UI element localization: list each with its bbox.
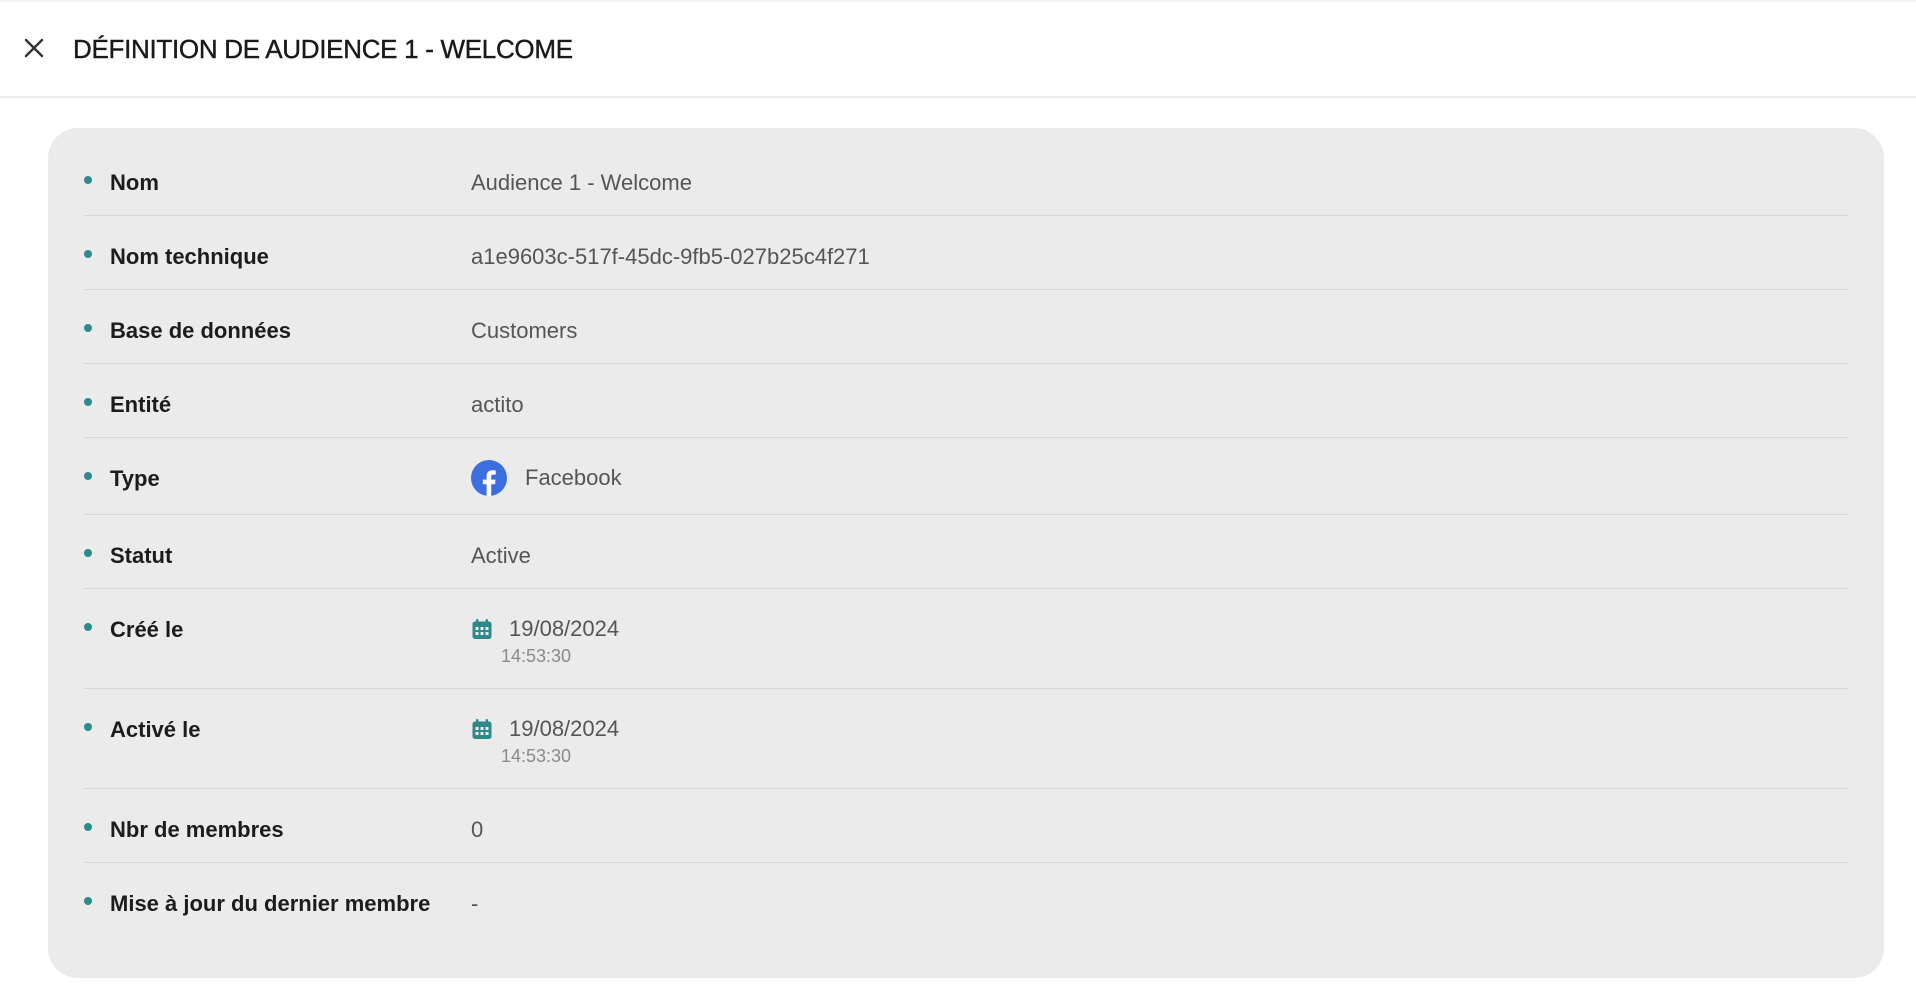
label-entite: Entité <box>110 392 172 417</box>
calendar-icon <box>472 619 492 639</box>
label-nom-technique: Nom technique <box>110 244 269 269</box>
bullet <box>84 623 92 631</box>
facebook-icon <box>471 460 507 496</box>
label-active-le: Activé le <box>110 717 201 742</box>
dialog-header: DÉFINITION DE AUDIENCE 1 - WELCOME <box>0 0 1916 98</box>
label-nom: Nom <box>110 170 159 195</box>
row-active-le: Activé le 19/08/2024 14:53:30 <box>84 689 1848 789</box>
row-type: Type Facebook <box>84 438 1848 515</box>
label-mise-a-jour-dernier-membre: Mise à jour du dernier membre <box>110 891 431 916</box>
definition-list: Nom Audience 1 - Welcome Nom technique a… <box>84 142 1848 937</box>
bullet <box>84 549 92 557</box>
bullet <box>84 250 92 258</box>
row-mise-a-jour-dernier-membre: Mise à jour du dernier membre - <box>84 863 1848 937</box>
value-base-de-donnees: Customers <box>471 318 578 343</box>
row-nom: Nom Audience 1 - Welcome <box>84 142 1848 216</box>
close-button[interactable] <box>18 32 50 64</box>
row-nom-technique: Nom technique a1e9603c-517f-45dc-9fb5-02… <box>84 216 1848 290</box>
value-nom: Audience 1 - Welcome <box>471 170 692 195</box>
value-statut: Active <box>471 543 531 568</box>
bullet <box>84 176 92 184</box>
page-title: DÉFINITION DE AUDIENCE 1 - WELCOME <box>73 34 573 64</box>
bullet <box>84 472 92 480</box>
created-date: 19/08/2024 <box>509 616 620 641</box>
activated-date: 19/08/2024 <box>509 716 620 741</box>
bullet <box>84 897 92 905</box>
bullet <box>84 324 92 332</box>
activated-time: 14:53:30 <box>501 746 572 766</box>
value-nom-technique: a1e9603c-517f-45dc-9fb5-027b25c4f271 <box>471 244 870 269</box>
label-base-de-donnees: Base de données <box>110 318 291 343</box>
row-nbr-de-membres: Nbr de membres 0 <box>84 789 1848 863</box>
value-entite: actito <box>471 392 524 417</box>
row-base-de-donnees: Base de données Customers <box>84 290 1848 364</box>
value-type: Facebook <box>471 460 622 496</box>
close-icon[interactable] <box>24 38 44 58</box>
type-label: Facebook <box>525 465 622 490</box>
label-nbr-de-membres: Nbr de membres <box>110 817 284 842</box>
calendar-icon <box>472 719 492 739</box>
bullet <box>84 723 92 731</box>
created-time: 14:53:30 <box>501 646 572 666</box>
label-statut: Statut <box>110 543 173 568</box>
row-entite: Entité actito <box>84 364 1848 438</box>
row-statut: Statut Active <box>84 515 1848 589</box>
bullet <box>84 398 92 406</box>
bullet <box>84 823 92 831</box>
definition-card: Nom Audience 1 - Welcome Nom technique a… <box>48 128 1884 978</box>
value-active-le: 19/08/2024 14:53:30 <box>471 715 619 767</box>
row-cree-le: Créé le 19/08/2024 14:53:30 <box>84 589 1848 689</box>
value-mise-a-jour-dernier-membre: - <box>471 891 479 916</box>
value-cree-le: 19/08/2024 14:53:30 <box>471 615 619 667</box>
label-cree-le: Créé le <box>110 617 184 642</box>
label-type: Type <box>110 466 160 491</box>
value-nbr-de-membres: 0 <box>471 817 484 842</box>
